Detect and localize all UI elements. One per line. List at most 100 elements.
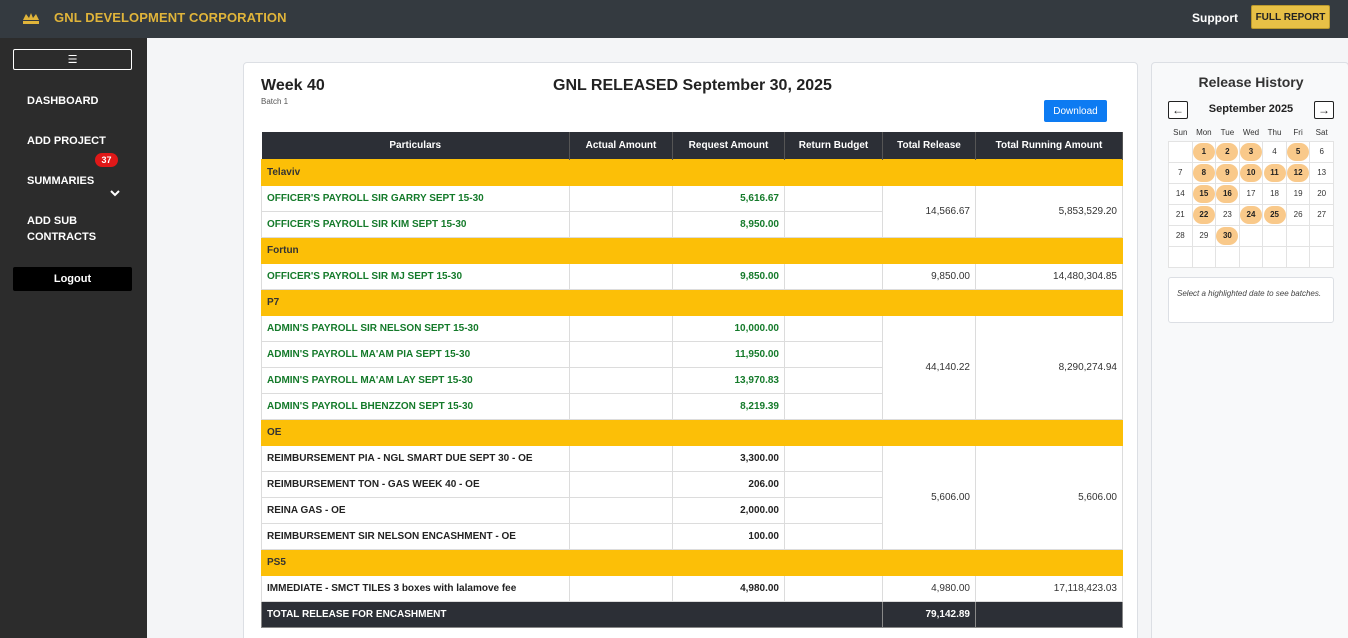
column-header: Total Running Amount <box>975 132 1123 159</box>
particular-cell: ADMIN'S PAYROLL BHENZZON SEPT 15-30 <box>261 392 570 420</box>
actual-amount-cell <box>569 496 673 524</box>
release-date-marker[interactable]: 16 <box>1216 184 1239 203</box>
running-amount-cell: 17,118,423.03 <box>975 574 1123 602</box>
menu-toggle-button[interactable]: ☰ <box>13 49 132 70</box>
release-report-card: Week 40 Batch 1 GNL RELEASED September 3… <box>243 62 1138 638</box>
column-header: Particulars <box>261 132 570 159</box>
table-row: ADMIN'S PAYROLL SIR NELSON SEPT 15-30 10… <box>261 314 1123 420</box>
calendar-week-row: 7 8 9 10 11 12 13 <box>1168 161 1334 184</box>
calendar-day-highlighted[interactable]: 8 <box>1191 161 1217 184</box>
release-date-marker[interactable]: 11 <box>1263 163 1286 182</box>
return-budget-cell <box>784 340 883 368</box>
calendar-day-highlighted[interactable]: 30 <box>1215 224 1240 247</box>
support-link[interactable]: Support <box>1192 11 1238 25</box>
next-month-button[interactable]: → <box>1314 101 1334 119</box>
group-row: P7 <box>261 288 1123 316</box>
actual-amount-cell <box>569 262 673 290</box>
logout-button[interactable]: Logout <box>13 267 132 291</box>
calendar-day-highlighted[interactable]: 3 <box>1238 140 1264 163</box>
weekday-label: Mon <box>1196 128 1212 138</box>
full-report-button[interactable]: FULL REPORT <box>1251 5 1330 29</box>
release-date-marker[interactable]: 1 <box>1192 142 1215 161</box>
total-release-cell: 9,850.00 <box>882 262 976 290</box>
particular-cell: ADMIN'S PAYROLL MA'AM PIA SEPT 15-30 <box>261 340 570 368</box>
particular-cell: OFFICER'S PAYROLL SIR KIM SEPT 15-30 <box>261 210 570 238</box>
calendar-day-highlighted[interactable]: 11 <box>1262 161 1287 184</box>
calendar-day-highlighted[interactable]: 12 <box>1285 161 1311 184</box>
group-row: Fortun <box>261 236 1123 264</box>
calendar-day-highlighted[interactable]: 15 <box>1191 182 1217 205</box>
release-date-marker[interactable]: 10 <box>1239 163 1262 182</box>
particular-cell: OFFICER'S PAYROLL SIR GARRY SEPT 15-30 <box>261 184 570 212</box>
calendar-empty-cell <box>1191 245 1217 268</box>
sidebar-item-add-project[interactable]: ADD PROJECT <box>27 133 106 149</box>
calendar-day-highlighted[interactable]: 16 <box>1215 182 1240 205</box>
column-header: Actual Amount <box>569 132 673 159</box>
table-row: OFFICER'S PAYROLL SIR GARRY SEPT 15-30 5… <box>261 184 1123 238</box>
calendar-day-highlighted[interactable]: 9 <box>1215 161 1240 184</box>
sidebar-item-add-sub-contracts[interactable]: ADD SUB CONTRACTS <box>27 213 107 245</box>
return-budget-cell <box>784 314 883 342</box>
release-date-marker[interactable]: 30 <box>1216 226 1239 245</box>
sidebar-item-summaries[interactable]: SUMMARIES <box>27 173 94 189</box>
request-amount-cell: 9,850.00 <box>672 262 785 290</box>
release-date-marker[interactable]: 22 <box>1192 205 1215 224</box>
table-row: REIMBURSEMENT PIA - NGL SMART DUE SEPT 3… <box>261 444 1123 550</box>
chevron-down-icon[interactable] <box>110 188 120 198</box>
weekday-label: Sat <box>1315 128 1328 138</box>
calendar-empty-cell <box>1262 224 1287 247</box>
request-amount-cell: 2,000.00 <box>672 496 785 524</box>
release-date-marker[interactable]: 15 <box>1192 184 1215 203</box>
request-amount-cell: 11,950.00 <box>672 340 785 368</box>
request-amount-cell: 206.00 <box>672 470 785 498</box>
calendar-day-highlighted[interactable]: 2 <box>1215 140 1240 163</box>
calendar-day: 23 <box>1215 203 1240 226</box>
release-date-marker[interactable]: 25 <box>1263 205 1286 224</box>
group-name: PS5 <box>261 548 1123 576</box>
group-row: OE <box>261 418 1123 446</box>
calendar-day: 27 <box>1309 203 1334 226</box>
calendar-day-highlighted[interactable]: 10 <box>1238 161 1264 184</box>
return-budget-cell <box>784 496 883 524</box>
calendar-day: 17 <box>1238 182 1264 205</box>
calendar-day-highlighted[interactable]: 24 <box>1238 203 1264 226</box>
group-name: P7 <box>261 288 1123 316</box>
calendar-day-highlighted[interactable]: 5 <box>1285 140 1311 163</box>
release-date-marker[interactable]: 2 <box>1216 142 1239 161</box>
group-row: Telaviv <box>261 158 1123 186</box>
calendar-week-row <box>1168 245 1334 268</box>
hamburger-icon: ☰ <box>67 54 78 66</box>
calendar-empty-cell <box>1238 245 1264 268</box>
calendar-empty-cell <box>1309 224 1334 247</box>
table-row: IMMEDIATE - SMCT TILES 3 boxes with lala… <box>261 574 1123 602</box>
particular-cell: REIMBURSEMENT PIA - NGL SMART DUE SEPT 3… <box>261 444 570 472</box>
sidebar-item-dashboard[interactable]: DASHBOARD <box>27 93 99 109</box>
release-date-marker[interactable]: 3 <box>1239 142 1262 161</box>
particular-cell: REIMBURSEMENT SIR NELSON ENCASHMENT - OE <box>261 522 570 550</box>
calendar-day: 4 <box>1262 140 1287 163</box>
group-name: OE <box>261 418 1123 446</box>
download-button[interactable]: Download <box>1044 100 1107 122</box>
release-date-marker[interactable]: 8 <box>1192 163 1215 182</box>
total-label: TOTAL RELEASE FOR ENCASHMENT <box>261 600 883 628</box>
company-logo-icon <box>23 13 39 24</box>
calendar-day-highlighted[interactable]: 22 <box>1191 203 1217 226</box>
app-title: GNL DEVELOPMENT CORPORATION <box>54 10 287 25</box>
group-name: Fortun <box>261 236 1123 264</box>
release-date-marker[interactable]: 12 <box>1287 163 1310 182</box>
group-name: Telaviv <box>261 158 1123 186</box>
particular-cell: ADMIN'S PAYROLL MA'AM LAY SEPT 15-30 <box>261 366 570 394</box>
total-release-cell: 44,140.22 <box>882 314 976 420</box>
calendar-day-highlighted[interactable]: 1 <box>1191 140 1217 163</box>
actual-amount-cell <box>569 522 673 550</box>
week-title: Week 40 <box>261 77 325 94</box>
calendar-day-highlighted[interactable]: 25 <box>1262 203 1287 226</box>
particular-cell: ADMIN'S PAYROLL SIR NELSON SEPT 15-30 <box>261 314 570 342</box>
release-date-marker[interactable]: 5 <box>1287 142 1310 161</box>
release-date-marker[interactable]: 24 <box>1239 205 1262 224</box>
top-bar: GNL DEVELOPMENT CORPORATION Support FULL… <box>0 0 1348 38</box>
table-header-row: Particulars Actual Amount Request Amount… <box>261 132 1123 159</box>
return-budget-cell <box>784 210 883 238</box>
release-date-marker[interactable]: 9 <box>1216 163 1239 182</box>
actual-amount-cell <box>569 184 673 212</box>
